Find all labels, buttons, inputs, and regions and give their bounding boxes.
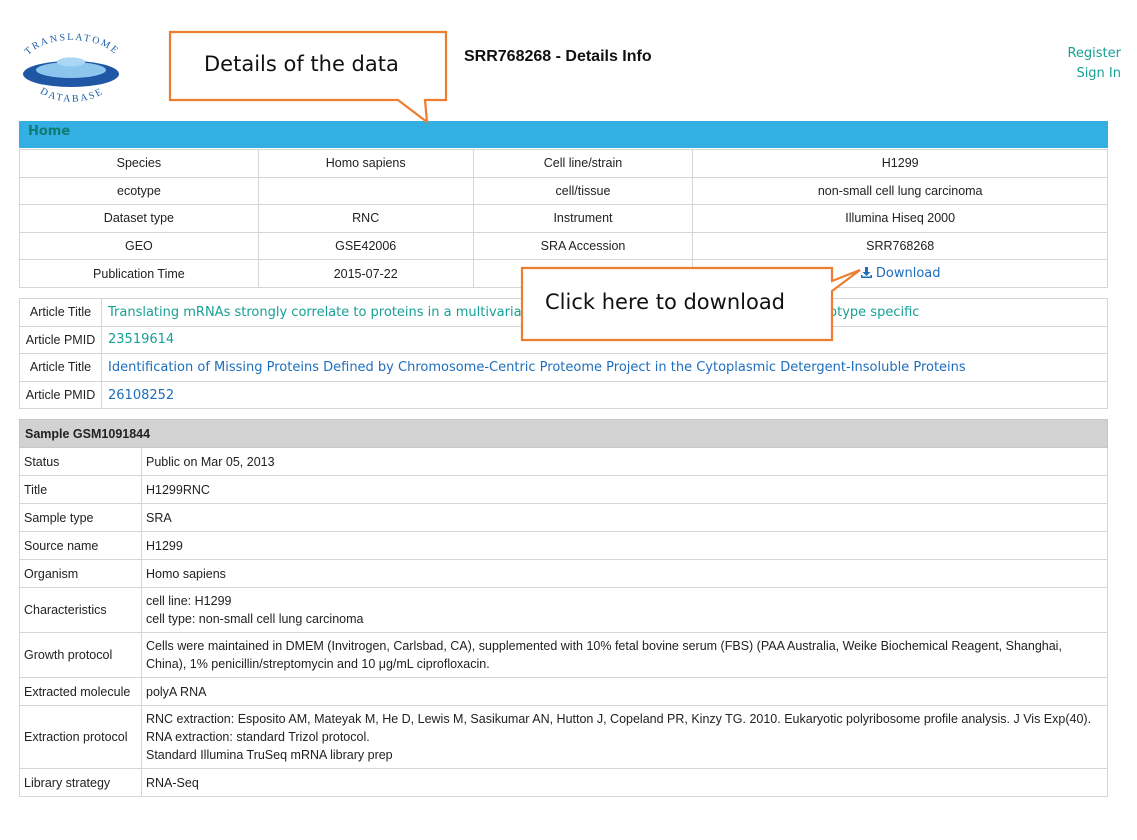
info-label: Dataset type bbox=[19, 204, 259, 233]
sample-value: H1299RNC bbox=[141, 475, 1108, 504]
sample-value: Public on Mar 05, 2013 bbox=[141, 447, 1108, 476]
info-value: H1299 bbox=[692, 149, 1108, 178]
nav-home-link[interactable]: Home bbox=[28, 124, 70, 139]
info-label: ecotype bbox=[19, 176, 259, 206]
svg-text:TRANSLATOME: TRANSLATOME bbox=[23, 32, 122, 57]
info-value: non-small cell lung carcinoma bbox=[692, 176, 1108, 206]
sample-value-line: RNC extraction: Esposito AM, Mateyak M, … bbox=[146, 712, 1092, 744]
article-pmid-link[interactable]: 23519614 bbox=[108, 332, 174, 347]
info-label: Publication Time bbox=[19, 259, 259, 288]
sample-value: Homo sapiens bbox=[141, 559, 1108, 588]
sample-row: Extraction protocol RNC extraction: Espo… bbox=[19, 705, 1108, 769]
sample-key: Extracted molecule bbox=[19, 677, 142, 706]
sample-value-line: Standard Illumina TruSeq mRNA library pr… bbox=[146, 748, 393, 762]
info-row: GEO GSE42006 SRA Accession SRR768268 bbox=[19, 231, 1108, 261]
article-pmid-link[interactable]: 26108252 bbox=[108, 388, 174, 403]
sample-row: Extracted molecule polyA RNA bbox=[19, 677, 1108, 706]
sample-key: Extraction protocol bbox=[19, 705, 142, 769]
article-row: Article PMID 26108252 bbox=[19, 380, 1108, 410]
info-label: cell/tissue bbox=[472, 176, 694, 206]
article-label: Article Title bbox=[19, 353, 102, 382]
download-link[interactable]: Download bbox=[860, 266, 941, 281]
info-label: Instrument bbox=[472, 204, 694, 233]
callout-download-text: Click here to download bbox=[545, 290, 786, 314]
sample-row: Sample type SRA bbox=[19, 503, 1108, 532]
sample-value: RNA-Seq bbox=[141, 768, 1108, 797]
svg-text:DATABASE: DATABASE bbox=[38, 86, 106, 105]
sample-row: Library strategy RNA-Seq bbox=[19, 768, 1108, 797]
info-row: ecotype cell/tissue non-small cell lung … bbox=[19, 176, 1108, 206]
info-label: Cell line/strain bbox=[472, 149, 694, 178]
info-value: RNC bbox=[257, 204, 474, 233]
callout-details-text: Details of the data bbox=[204, 52, 399, 76]
sample-value-line: cell type: non-small cell lung carcinoma bbox=[146, 612, 364, 626]
article-label: Article PMID bbox=[19, 325, 102, 355]
info-value: 2015-07-22 bbox=[257, 259, 474, 288]
article-label: Article Title bbox=[19, 298, 102, 327]
info-label: SRA Accession bbox=[472, 231, 694, 261]
callout-details: Details of the data bbox=[168, 30, 450, 125]
download-label: Download bbox=[875, 266, 941, 282]
sample-value: Cells were maintained in DMEM (Invitroge… bbox=[141, 632, 1108, 678]
sample-key: Library strategy bbox=[19, 768, 142, 797]
sample-key: Status bbox=[19, 447, 142, 476]
sign-in-link[interactable]: Sign In bbox=[1067, 64, 1121, 84]
sample-table: Sample GSM1091844 Status Public on Mar 0… bbox=[19, 419, 1108, 797]
page-title: SRR768268 - Details Info bbox=[464, 48, 652, 65]
sample-key: Growth protocol bbox=[19, 632, 142, 678]
callout-download: Click here to download bbox=[520, 263, 866, 343]
logo-text-bottom: DATABASE bbox=[38, 86, 104, 105]
article-title-link[interactable]: Identification of Missing Proteins Defin… bbox=[108, 360, 966, 375]
info-label: GEO bbox=[19, 231, 259, 261]
navbar: Home bbox=[19, 121, 1108, 148]
sample-value: RNC extraction: Esposito AM, Mateyak M, … bbox=[141, 705, 1108, 769]
info-value bbox=[257, 176, 474, 206]
sample-row: Growth protocol Cells were maintained in… bbox=[19, 632, 1108, 678]
info-row: Dataset type RNC Instrument Illumina His… bbox=[19, 204, 1108, 233]
info-value: SRR768268 bbox=[692, 231, 1108, 261]
sample-key: Source name bbox=[19, 531, 142, 560]
logo-text-top: TRANSLATOME bbox=[23, 32, 120, 57]
info-value: GSE42006 bbox=[257, 231, 474, 261]
sample-row: Title H1299RNC bbox=[19, 475, 1108, 504]
info-label: Species bbox=[19, 149, 259, 178]
register-link[interactable]: Register bbox=[1067, 44, 1121, 64]
sample-header: Sample GSM1091844 bbox=[19, 419, 1108, 448]
article-label: Article PMID bbox=[19, 380, 102, 410]
info-value: Illumina Hiseq 2000 bbox=[692, 204, 1108, 233]
sample-value-line: cell line: H1299 bbox=[146, 594, 232, 608]
sample-value: cell line: H1299 cell type: non-small ce… bbox=[141, 587, 1108, 633]
sample-value: polyA RNA bbox=[141, 677, 1108, 706]
sample-key: Title bbox=[19, 475, 142, 504]
sample-row: Status Public on Mar 05, 2013 bbox=[19, 447, 1108, 476]
sample-key: Organism bbox=[19, 559, 142, 588]
info-value: Homo sapiens bbox=[257, 149, 474, 178]
sample-row: Source name H1299 bbox=[19, 531, 1108, 560]
auth-links: Register Sign In bbox=[1067, 44, 1121, 84]
sample-key: Characteristics bbox=[19, 587, 142, 633]
sample-key: Sample type bbox=[19, 503, 142, 532]
sample-row: Characteristics cell line: H1299 cell ty… bbox=[19, 587, 1108, 633]
translatome-logo[interactable]: TRANSLATOME DATABASE bbox=[14, 30, 130, 114]
sample-value: H1299 bbox=[141, 531, 1108, 560]
info-row: Species Homo sapiens Cell line/strain H1… bbox=[19, 149, 1108, 178]
sample-row: Organism Homo sapiens bbox=[19, 559, 1108, 588]
sample-value: SRA bbox=[141, 503, 1108, 532]
article-row: Article Title Identification of Missing … bbox=[19, 353, 1108, 382]
